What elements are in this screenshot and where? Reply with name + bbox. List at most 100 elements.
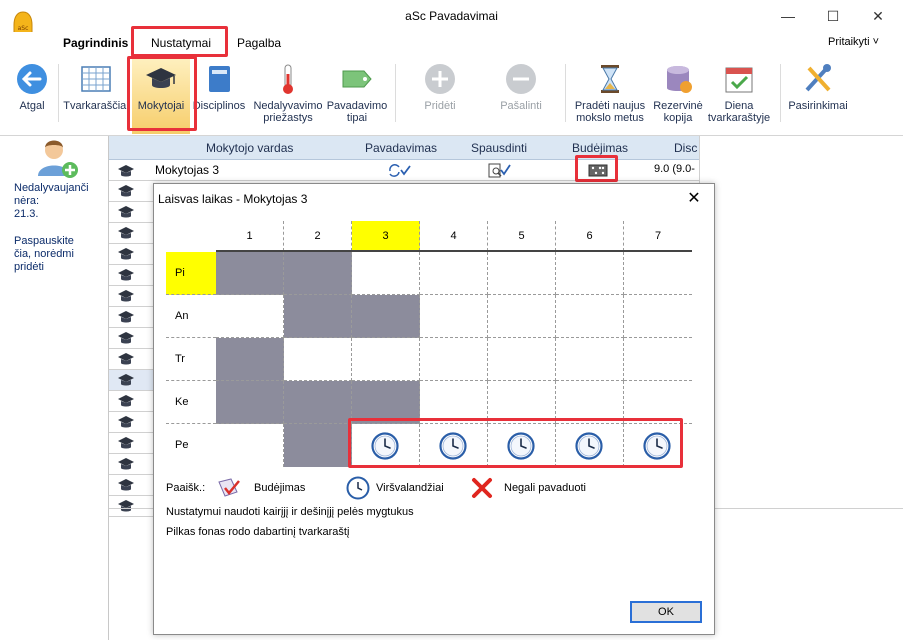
time-cell[interactable] (624, 295, 692, 338)
menu-nustatymai[interactable]: Nustatymai (151, 36, 211, 50)
time-cell[interactable] (488, 295, 556, 338)
time-cell[interactable] (556, 252, 624, 295)
options-button[interactable]: Pasirinkimai (784, 54, 852, 134)
table-row[interactable] (109, 391, 155, 412)
col-print[interactable]: Spausdinti (471, 141, 527, 155)
table-row[interactable] (109, 454, 155, 475)
absence-reasons-button[interactable]: Nedalyvavimo priežastys (250, 54, 326, 134)
time-cell[interactable] (216, 424, 284, 467)
hint-line-3[interactable]: pridėti (14, 261, 44, 274)
period-header[interactable]: 3 (352, 221, 420, 251)
day-header[interactable]: Ke (166, 381, 216, 424)
time-cell[interactable] (488, 252, 556, 295)
time-cell[interactable] (624, 381, 692, 424)
time-cell[interactable] (352, 381, 420, 424)
col-teacher-name[interactable]: Mokytojo vardas (206, 141, 293, 155)
table-row[interactable] (109, 349, 155, 370)
period-header[interactable]: 6 (556, 221, 624, 251)
day-header[interactable]: Tr (166, 338, 216, 381)
remove-button[interactable]: Pašalinti (492, 54, 550, 134)
back-button[interactable]: Atgal (10, 54, 54, 134)
add-button[interactable]: Pridėti (412, 54, 468, 134)
time-cell[interactable] (488, 424, 556, 467)
menu-pagrindinis[interactable]: Pagrindinis (63, 36, 128, 50)
table-row[interactable] (109, 223, 155, 244)
time-cell[interactable] (420, 295, 488, 338)
table-row[interactable] (109, 265, 155, 286)
time-cell[interactable] (284, 295, 352, 338)
col-disc[interactable]: Disc (674, 141, 697, 155)
refresh-check-icon[interactable] (387, 163, 411, 178)
col-substitution[interactable]: Pavadavimas (365, 141, 437, 155)
day-header[interactable]: Pe (166, 424, 216, 467)
time-cell[interactable] (556, 381, 624, 424)
menu-pritaikyti[interactable]: Pritaikyti ˅ (828, 36, 879, 48)
table-row[interactable] (109, 286, 155, 307)
day-header[interactable]: An (166, 295, 216, 338)
time-cell[interactable] (624, 252, 692, 295)
ok-button[interactable]: OK (630, 601, 702, 623)
time-cell[interactable] (556, 295, 624, 338)
time-cell[interactable] (488, 338, 556, 381)
menu-pagalba[interactable]: Pagalba (237, 36, 281, 50)
day-in-timetable-button[interactable]: Diena tvarkaraštyje (704, 54, 774, 134)
backup-button[interactable]: Rezervinė kopija (650, 54, 706, 134)
disciplines-button[interactable]: Disciplinos (190, 54, 248, 134)
period-header[interactable]: 1 (216, 221, 284, 251)
hint-line-2[interactable]: čia, norėdmi (14, 248, 74, 261)
time-cell[interactable] (624, 424, 692, 467)
new-school-year-button[interactable]: Pradėti naujus mokslo metus (570, 54, 650, 134)
dialog-close-icon[interactable]: ✕ (682, 188, 706, 210)
time-cell[interactable] (284, 252, 352, 295)
table-row[interactable] (109, 370, 155, 391)
time-cell[interactable] (284, 424, 352, 467)
domino-icon[interactable] (588, 164, 608, 177)
time-cell[interactable] (284, 338, 352, 381)
table-row[interactable] (109, 433, 155, 454)
day-header[interactable]: Pi (166, 252, 216, 295)
table-row[interactable] (109, 244, 155, 265)
time-cell[interactable] (352, 295, 420, 338)
options-label: Pasirinkimai (788, 100, 848, 112)
time-cell[interactable] (284, 381, 352, 424)
time-cell[interactable] (420, 252, 488, 295)
period-header[interactable]: 7 (624, 221, 692, 251)
timetables-button[interactable]: Tvarkaraščiai (62, 54, 130, 134)
time-cell[interactable] (352, 252, 420, 295)
hint-line-1[interactable]: Paspauskite (14, 235, 74, 248)
time-cell[interactable] (624, 338, 692, 381)
title-bar: aSc aSc Pavadavimai — ☐ ✕ (0, 0, 903, 42)
table-row[interactable] (109, 202, 155, 223)
table-row[interactable] (109, 412, 155, 433)
teacher-cap-icon (118, 500, 134, 512)
time-cell[interactable] (216, 252, 284, 295)
teachers-button[interactable]: Mokytojai (132, 54, 190, 134)
time-cell[interactable] (216, 381, 284, 424)
period-header[interactable]: 5 (488, 221, 556, 251)
table-row[interactable] (109, 328, 155, 349)
time-cell[interactable] (556, 424, 624, 467)
substitution-types-button[interactable]: Pavadavimo tipai (326, 54, 388, 134)
period-header[interactable]: 2 (284, 221, 352, 251)
col-duty[interactable]: Budėjimas (572, 141, 628, 155)
time-cell[interactable] (488, 381, 556, 424)
time-cell[interactable] (420, 424, 488, 467)
time-cell[interactable] (216, 338, 284, 381)
period-header[interactable]: 4 (420, 221, 488, 251)
time-cell[interactable] (352, 338, 420, 381)
table-row[interactable] (109, 496, 155, 517)
print-preview-icon[interactable] (487, 162, 511, 178)
maximize-icon[interactable]: ☐ (810, 0, 856, 32)
time-cell[interactable] (420, 338, 488, 381)
add-teacher-person-icon[interactable] (34, 136, 80, 180)
time-cell[interactable] (556, 338, 624, 381)
table-row[interactable] (109, 475, 155, 496)
close-window-icon[interactable]: ✕ (855, 0, 901, 32)
minimize-icon[interactable]: — (765, 0, 811, 32)
table-row[interactable] (109, 181, 155, 202)
time-cell[interactable] (352, 424, 420, 467)
time-cell[interactable] (216, 295, 284, 338)
table-row[interactable] (109, 307, 155, 328)
time-cell[interactable] (420, 381, 488, 424)
table-row[interactable]: Mokytojas 3 9.0 (9.0- (109, 160, 699, 181)
